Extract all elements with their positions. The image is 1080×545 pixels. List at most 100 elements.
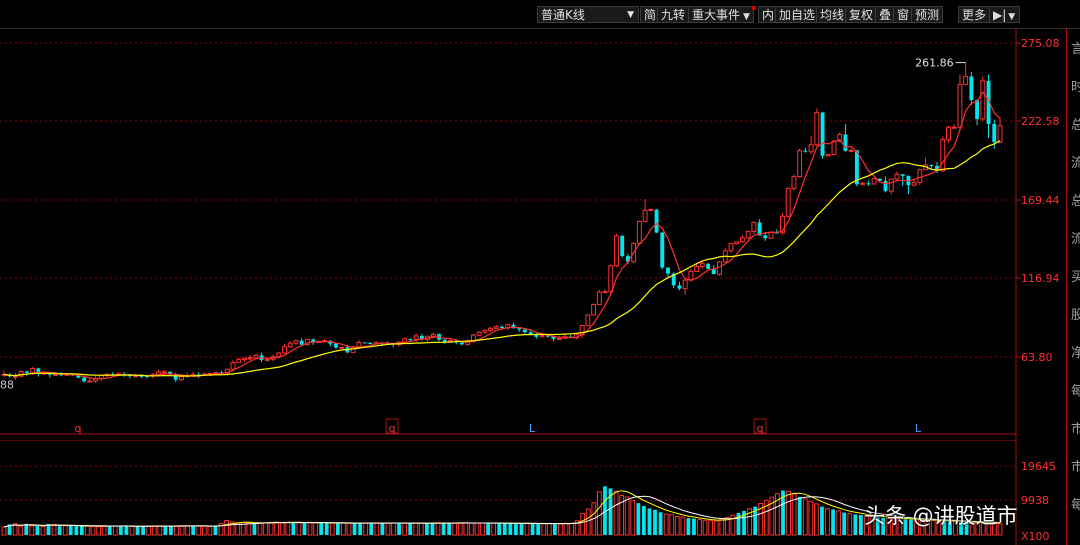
volume-bar bbox=[435, 522, 441, 536]
skip-forward-icon: ▶| bbox=[993, 8, 1007, 22]
candle-body bbox=[620, 235, 625, 257]
candle-body bbox=[247, 357, 253, 360]
volume-bar bbox=[118, 526, 123, 535]
candle-body bbox=[883, 180, 888, 192]
candle-body bbox=[866, 183, 871, 185]
candle-body bbox=[402, 338, 408, 343]
y-tick-label: 63.80 bbox=[1021, 351, 1053, 364]
toolbar-button-nine-turn[interactable]: 九转 bbox=[657, 6, 690, 23]
volume-bar bbox=[669, 514, 675, 536]
candle-body bbox=[888, 178, 894, 192]
candle-body bbox=[694, 265, 700, 272]
volume-bar bbox=[391, 522, 396, 536]
volume-bar bbox=[346, 522, 352, 536]
candle-body bbox=[556, 337, 562, 340]
volume-bar bbox=[185, 525, 191, 536]
vol-tick-label: 19645 bbox=[1021, 460, 1056, 473]
volume-bar bbox=[596, 491, 602, 536]
toolbar-button-major-events[interactable]: 重大事件 ▼ bbox=[688, 6, 754, 23]
volume-bar bbox=[441, 522, 446, 535]
volume-bar bbox=[692, 518, 696, 535]
candle-body bbox=[636, 220, 642, 244]
toolbar-label: 叠 bbox=[879, 8, 892, 22]
candle-body bbox=[666, 267, 670, 274]
volume-bar bbox=[135, 526, 140, 535]
toolbar-indicator bbox=[752, 6, 756, 10]
volume-bar bbox=[569, 522, 574, 536]
vol-unit-label: X100 bbox=[1021, 530, 1050, 543]
candle-body bbox=[843, 134, 848, 151]
ma-slow-line bbox=[3, 140, 1001, 377]
event-marker: q bbox=[75, 422, 82, 435]
volume-bar bbox=[674, 515, 680, 536]
volume-bar bbox=[90, 525, 96, 536]
volume-bar bbox=[1, 526, 7, 536]
candle-body bbox=[82, 377, 87, 382]
volume-bar bbox=[847, 513, 853, 536]
volume-bar bbox=[112, 525, 118, 536]
toolbar-button-add-watchlist[interactable]: 加自选 bbox=[775, 6, 820, 23]
volume-bar bbox=[530, 523, 535, 535]
toolbar-button-adjust[interactable]: 复权 bbox=[845, 6, 878, 23]
volume-bar bbox=[447, 522, 452, 535]
candle-body bbox=[803, 150, 808, 152]
event-marker: L bbox=[915, 422, 922, 435]
volume-bar bbox=[836, 510, 842, 536]
period-selector[interactable]: 普通K线 ▼ bbox=[537, 6, 639, 23]
volume-bar bbox=[151, 525, 157, 536]
volume-bar bbox=[552, 523, 557, 535]
side-panel-glyph: 每 bbox=[1071, 384, 1080, 399]
volume-bar bbox=[519, 523, 524, 535]
candle-body bbox=[963, 75, 969, 85]
candle-body bbox=[946, 126, 951, 141]
volume-bar bbox=[624, 496, 630, 536]
toolbar-label: 内 bbox=[762, 8, 775, 22]
candlestick-chart[interactable]: 275.08 222.58 169.44 116.94 63.80 88 261.86 q q L… bbox=[0, 28, 1066, 440]
candle-body bbox=[293, 340, 299, 344]
volume-bar bbox=[647, 508, 652, 535]
volume-bar bbox=[363, 522, 369, 536]
volume-bar bbox=[85, 525, 90, 536]
candle-body bbox=[739, 237, 745, 243]
toolbar-button-window[interactable]: 窗 bbox=[893, 6, 914, 23]
toolbar-button-forecast[interactable]: 预测 bbox=[911, 6, 944, 23]
volume-bar bbox=[291, 522, 296, 535]
volume-bar bbox=[536, 523, 541, 535]
candle-body bbox=[539, 335, 545, 338]
volume-bar bbox=[246, 522, 252, 536]
volume-bar bbox=[274, 521, 280, 536]
volume-bar bbox=[329, 522, 335, 536]
volume-bar bbox=[469, 522, 474, 536]
candle-body bbox=[992, 123, 997, 143]
candle-body bbox=[253, 354, 259, 359]
toolbar-label: 均线 bbox=[820, 8, 845, 22]
volume-bar bbox=[408, 523, 413, 535]
volume-bar bbox=[418, 522, 424, 536]
volume-bar bbox=[263, 522, 268, 536]
candle-body bbox=[728, 243, 734, 252]
volume-bar bbox=[430, 523, 435, 535]
toolbar-button-ma[interactable]: 均线 bbox=[816, 6, 849, 23]
side-panel-glyph: 言 bbox=[1071, 42, 1080, 57]
toolbar-label: 简 bbox=[644, 8, 657, 22]
volume-bar bbox=[402, 522, 408, 536]
side-panel-glyph: 市 bbox=[1071, 422, 1080, 437]
candle-body bbox=[87, 380, 93, 383]
vol-tick-label: 9938 bbox=[1021, 494, 1049, 507]
event-marker: q bbox=[757, 422, 764, 435]
volume-bar bbox=[62, 525, 68, 536]
toolbar-button-more[interactable]: 更多 bbox=[958, 6, 991, 23]
candle-body bbox=[614, 235, 619, 267]
toolbar-button-expand[interactable]: ▶| ▼ bbox=[989, 6, 1020, 23]
volume-bar bbox=[279, 521, 285, 536]
volume-bar bbox=[397, 522, 401, 535]
volume-bar bbox=[842, 512, 847, 535]
candle-body bbox=[459, 342, 464, 345]
candle-body bbox=[860, 182, 866, 185]
volume-bar bbox=[29, 525, 35, 536]
event-marker: L bbox=[529, 422, 536, 435]
candle-body bbox=[493, 326, 499, 329]
candle-body bbox=[814, 112, 820, 146]
toolbar-button-overlay[interactable]: 叠 bbox=[875, 6, 896, 23]
volume-bar bbox=[57, 526, 62, 535]
